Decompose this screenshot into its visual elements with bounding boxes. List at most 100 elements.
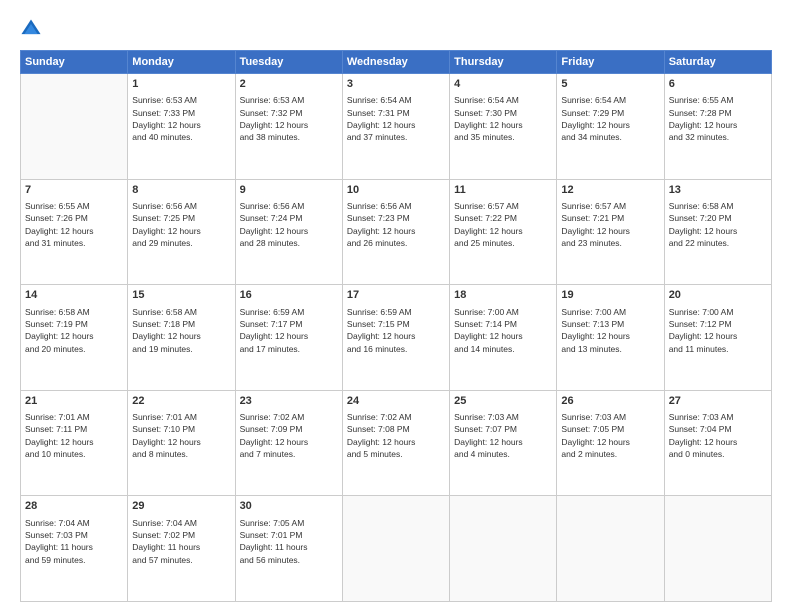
calendar-cell — [557, 496, 664, 602]
day-number: 22 — [132, 394, 230, 409]
page: SundayMondayTuesdayWednesdayThursdayFrid… — [0, 0, 792, 612]
logo-icon — [20, 18, 42, 40]
calendar-cell: 27 Sunrise: 7:03 AM Sunset: 7:04 PM Dayli… — [664, 390, 771, 496]
calendar-cell — [342, 496, 449, 602]
header-wednesday: Wednesday — [342, 51, 449, 74]
calendar-cell: 19 Sunrise: 7:00 AM Sunset: 7:13 PM Dayli… — [557, 285, 664, 391]
day-info: Sunrise: 6:57 AM Sunset: 7:22 PM Dayligh… — [454, 200, 552, 249]
day-info: Sunrise: 7:02 AM Sunset: 7:08 PM Dayligh… — [347, 411, 445, 460]
calendar-table: SundayMondayTuesdayWednesdayThursdayFrid… — [20, 50, 772, 602]
header — [20, 18, 772, 40]
day-info: Sunrise: 6:58 AM Sunset: 7:19 PM Dayligh… — [25, 306, 123, 355]
calendar-cell: 14 Sunrise: 6:58 AM Sunset: 7:19 PM Dayli… — [21, 285, 128, 391]
day-info: Sunrise: 6:56 AM Sunset: 7:25 PM Dayligh… — [132, 200, 230, 249]
calendar-cell: 17 Sunrise: 6:59 AM Sunset: 7:15 PM Dayli… — [342, 285, 449, 391]
day-number: 19 — [561, 288, 659, 303]
calendar-cell: 30 Sunrise: 7:05 AM Sunset: 7:01 PM Dayli… — [235, 496, 342, 602]
calendar-header-row: SundayMondayTuesdayWednesdayThursdayFrid… — [21, 51, 772, 74]
day-number: 1 — [132, 77, 230, 92]
day-info: Sunrise: 7:03 AM Sunset: 7:05 PM Dayligh… — [561, 411, 659, 460]
day-number: 23 — [240, 394, 338, 409]
day-number: 5 — [561, 77, 659, 92]
day-number: 28 — [25, 499, 123, 514]
calendar-cell: 5 Sunrise: 6:54 AM Sunset: 7:29 PM Daylig… — [557, 74, 664, 180]
day-info: Sunrise: 7:01 AM Sunset: 7:11 PM Dayligh… — [25, 411, 123, 460]
day-info: Sunrise: 6:55 AM Sunset: 7:26 PM Dayligh… — [25, 200, 123, 249]
calendar-cell — [664, 496, 771, 602]
day-number: 16 — [240, 288, 338, 303]
calendar-cell: 7 Sunrise: 6:55 AM Sunset: 7:26 PM Daylig… — [21, 179, 128, 285]
header-tuesday: Tuesday — [235, 51, 342, 74]
calendar-cell: 21 Sunrise: 7:01 AM Sunset: 7:11 PM Dayli… — [21, 390, 128, 496]
day-number: 26 — [561, 394, 659, 409]
day-info: Sunrise: 7:03 AM Sunset: 7:07 PM Dayligh… — [454, 411, 552, 460]
day-info: Sunrise: 7:00 AM Sunset: 7:13 PM Dayligh… — [561, 306, 659, 355]
calendar-week-4: 21 Sunrise: 7:01 AM Sunset: 7:11 PM Dayli… — [21, 390, 772, 496]
calendar-cell: 20 Sunrise: 7:00 AM Sunset: 7:12 PM Dayli… — [664, 285, 771, 391]
day-info: Sunrise: 6:58 AM Sunset: 7:18 PM Dayligh… — [132, 306, 230, 355]
calendar-cell: 6 Sunrise: 6:55 AM Sunset: 7:28 PM Daylig… — [664, 74, 771, 180]
calendar-cell: 18 Sunrise: 7:00 AM Sunset: 7:14 PM Dayli… — [450, 285, 557, 391]
calendar-cell: 13 Sunrise: 6:58 AM Sunset: 7:20 PM Dayli… — [664, 179, 771, 285]
calendar-cell: 12 Sunrise: 6:57 AM Sunset: 7:21 PM Dayli… — [557, 179, 664, 285]
calendar-cell: 22 Sunrise: 7:01 AM Sunset: 7:10 PM Dayli… — [128, 390, 235, 496]
day-info: Sunrise: 6:53 AM Sunset: 7:33 PM Dayligh… — [132, 94, 230, 143]
day-number: 4 — [454, 77, 552, 92]
calendar-cell: 11 Sunrise: 6:57 AM Sunset: 7:22 PM Dayli… — [450, 179, 557, 285]
calendar-week-3: 14 Sunrise: 6:58 AM Sunset: 7:19 PM Dayli… — [21, 285, 772, 391]
calendar-cell: 23 Sunrise: 7:02 AM Sunset: 7:09 PM Dayli… — [235, 390, 342, 496]
day-number: 13 — [669, 183, 767, 198]
calendar-cell: 1 Sunrise: 6:53 AM Sunset: 7:33 PM Daylig… — [128, 74, 235, 180]
day-info: Sunrise: 7:01 AM Sunset: 7:10 PM Dayligh… — [132, 411, 230, 460]
calendar-cell: 2Sunrise: 6:53 AM Sunset: 7:32 PM Daylig… — [235, 74, 342, 180]
day-number: 6 — [669, 77, 767, 92]
day-number: 8 — [132, 183, 230, 198]
day-number: 20 — [669, 288, 767, 303]
day-number: 30 — [240, 499, 338, 514]
day-number: 18 — [454, 288, 552, 303]
calendar-cell: 16 Sunrise: 6:59 AM Sunset: 7:17 PM Dayli… — [235, 285, 342, 391]
calendar-cell: 29 Sunrise: 7:04 AM Sunset: 7:02 PM Dayli… — [128, 496, 235, 602]
calendar-cell: 10Sunrise: 6:56 AM Sunset: 7:23 PM Dayli… — [342, 179, 449, 285]
calendar-cell: 28 Sunrise: 7:04 AM Sunset: 7:03 PM Dayli… — [21, 496, 128, 602]
day-info: Sunrise: 6:59 AM Sunset: 7:15 PM Dayligh… — [347, 306, 445, 355]
header-saturday: Saturday — [664, 51, 771, 74]
calendar-cell: 26 Sunrise: 7:03 AM Sunset: 7:05 PM Dayli… — [557, 390, 664, 496]
day-info: Sunrise: 7:00 AM Sunset: 7:12 PM Dayligh… — [669, 306, 767, 355]
day-info: Sunrise: 6:58 AM Sunset: 7:20 PM Dayligh… — [669, 200, 767, 249]
day-info: Sunrise: 6:56 AM Sunset: 7:24 PM Dayligh… — [240, 200, 338, 249]
day-number: 14 — [25, 288, 123, 303]
day-number: 7 — [25, 183, 123, 198]
header-monday: Monday — [128, 51, 235, 74]
calendar-week-1: 1 Sunrise: 6:53 AM Sunset: 7:33 PM Daylig… — [21, 74, 772, 180]
header-sunday: Sunday — [21, 51, 128, 74]
day-number: 11 — [454, 183, 552, 198]
calendar-cell: 8 Sunrise: 6:56 AM Sunset: 7:25 PM Daylig… — [128, 179, 235, 285]
day-info: Sunrise: 7:00 AM Sunset: 7:14 PM Dayligh… — [454, 306, 552, 355]
day-number: 21 — [25, 394, 123, 409]
day-number: 10 — [347, 183, 445, 198]
day-info: Sunrise: 6:59 AM Sunset: 7:17 PM Dayligh… — [240, 306, 338, 355]
calendar-cell: 24 Sunrise: 7:02 AM Sunset: 7:08 PM Dayli… — [342, 390, 449, 496]
day-info: Sunrise: 6:57 AM Sunset: 7:21 PM Dayligh… — [561, 200, 659, 249]
day-info: Sunrise: 7:04 AM Sunset: 7:03 PM Dayligh… — [25, 517, 123, 566]
calendar-cell — [21, 74, 128, 180]
day-number: 24 — [347, 394, 445, 409]
day-info: Sunrise: 7:02 AM Sunset: 7:09 PM Dayligh… — [240, 411, 338, 460]
day-number: 3 — [347, 77, 445, 92]
day-info: Sunrise: 7:05 AM Sunset: 7:01 PM Dayligh… — [240, 517, 338, 566]
day-number: 29 — [132, 499, 230, 514]
day-info: Sunrise: 6:54 AM Sunset: 7:29 PM Dayligh… — [561, 94, 659, 143]
day-number: 9 — [240, 183, 338, 198]
header-friday: Friday — [557, 51, 664, 74]
day-number: 12 — [561, 183, 659, 198]
day-info: Sunrise: 6:55 AM Sunset: 7:28 PM Dayligh… — [669, 94, 767, 143]
calendar-cell: 3Sunrise: 6:54 AM Sunset: 7:31 PM Daylig… — [342, 74, 449, 180]
day-info: Sunrise: 7:04 AM Sunset: 7:02 PM Dayligh… — [132, 517, 230, 566]
calendar-cell: 9 Sunrise: 6:56 AM Sunset: 7:24 PM Daylig… — [235, 179, 342, 285]
calendar-cell: 25Sunrise: 7:03 AM Sunset: 7:07 PM Dayli… — [450, 390, 557, 496]
day-info: Sunrise: 7:03 AM Sunset: 7:04 PM Dayligh… — [669, 411, 767, 460]
day-number: 17 — [347, 288, 445, 303]
day-number: 27 — [669, 394, 767, 409]
day-number: 2 — [240, 77, 338, 92]
